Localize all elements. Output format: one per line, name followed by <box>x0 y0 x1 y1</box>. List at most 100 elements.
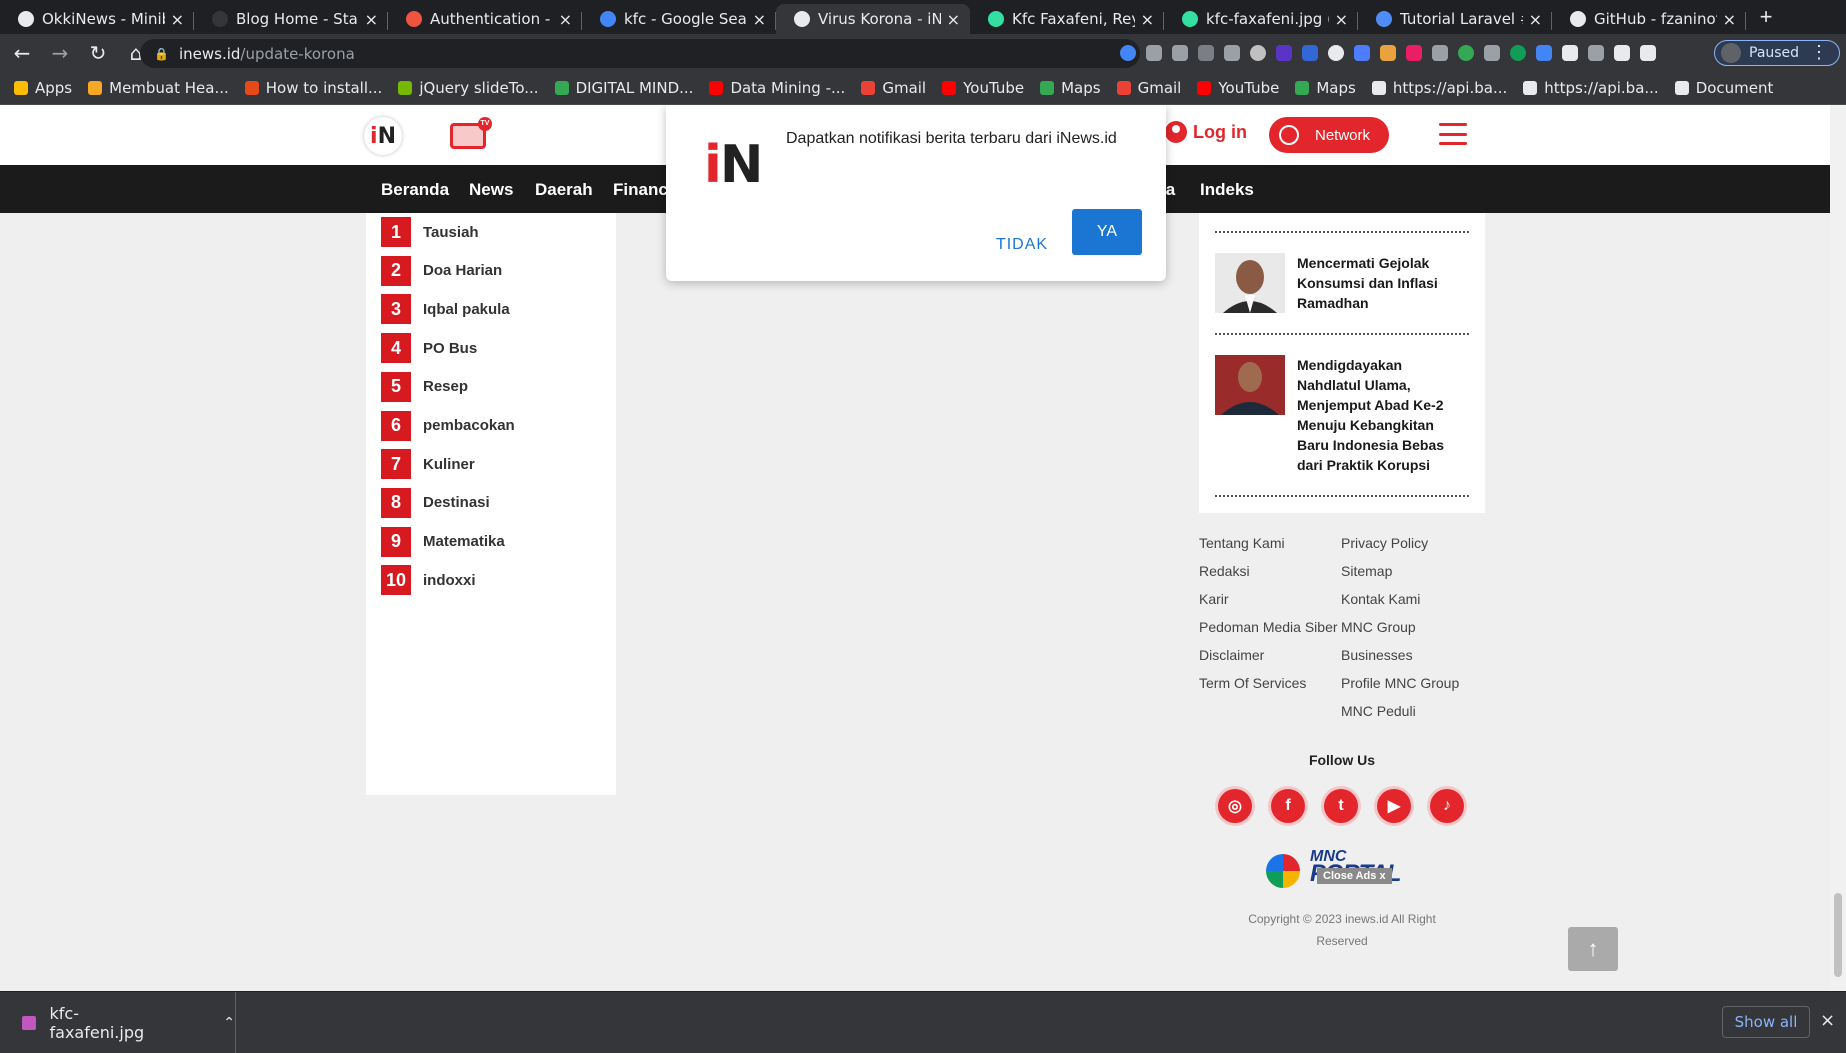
share-icon[interactable] <box>1146 45 1162 61</box>
extension-icon[interactable] <box>1250 45 1266 61</box>
inews-logo[interactable]: iN <box>364 117 402 155</box>
download-item[interactable]: kfc-faxafeni.jpg ⌃ <box>0 992 236 1053</box>
extension-icon[interactable] <box>1380 45 1396 61</box>
forward-arrow-icon[interactable]: → <box>44 41 76 65</box>
footer-link[interactable]: Businesses <box>1341 647 1413 663</box>
new-tab-button[interactable]: + <box>1746 4 1786 34</box>
browser-tab[interactable]: Authentication - Laravel × <box>388 4 582 34</box>
tab-close-icon[interactable]: × <box>1723 10 1736 29</box>
footer-link[interactable]: Tentang Kami <box>1199 535 1285 551</box>
tab-close-icon[interactable]: × <box>559 10 572 29</box>
nav-item-daerah[interactable]: Daerah <box>535 180 593 200</box>
footer-link[interactable]: Kontak Kami <box>1341 591 1420 607</box>
footer-link[interactable]: Disclaimer <box>1199 647 1264 663</box>
google-lens-icon[interactable] <box>1120 45 1136 61</box>
tab-close-icon[interactable]: × <box>753 10 766 29</box>
address-bar[interactable]: 🔒 inews.id /update-korona <box>140 39 1140 68</box>
extension-icon[interactable] <box>1354 45 1370 61</box>
network-button[interactable]: Network <box>1269 117 1389 153</box>
trending-item[interactable]: 9 Matematika <box>381 526 611 557</box>
browser-tab[interactable]: Blog Home - Start Bootstrap × <box>194 4 388 34</box>
extension-icon[interactable] <box>1328 45 1344 61</box>
bookmark-star-icon[interactable] <box>1172 45 1188 61</box>
bookmark-item[interactable]: https://api.ba... <box>1523 79 1659 97</box>
extension-icon[interactable] <box>1510 45 1526 61</box>
menu-kebab-icon[interactable]: ⋮ <box>1810 42 1828 63</box>
back-arrow-icon[interactable]: ← <box>6 41 38 65</box>
extension-icon[interactable] <box>1588 45 1604 61</box>
extension-icon[interactable] <box>1406 45 1422 61</box>
login-button[interactable]: Log in <box>1165 121 1247 143</box>
browser-tab[interactable]: Virus Korona - iNews × <box>776 4 970 34</box>
extension-icon[interactable] <box>1562 45 1578 61</box>
camera-icon[interactable] <box>1224 45 1240 61</box>
browser-tab[interactable]: Kfc Faxafeni, Reykjavik × <box>970 4 1164 34</box>
trending-item[interactable]: 10 indoxxi <box>381 565 611 596</box>
extension-icon[interactable] <box>1302 45 1318 61</box>
chevron-up-icon[interactable]: ⌃ <box>223 1015 235 1031</box>
tab-close-icon[interactable]: × <box>1335 10 1348 29</box>
extension-icon[interactable] <box>1536 45 1552 61</box>
tiktok-icon[interactable]: ♪ <box>1430 789 1464 823</box>
footer-link[interactable]: Pedoman Media Siber <box>1199 619 1338 635</box>
instagram-icon[interactable]: ◎ <box>1218 789 1252 823</box>
nav-item-beranda[interactable]: Beranda <box>381 180 449 200</box>
article-item[interactable]: Mencermati Gejolak Konsumsi dan Inflasi … <box>1215 253 1469 313</box>
tab-close-icon[interactable]: × <box>1141 10 1154 29</box>
bookmark-item[interactable]: Maps <box>1040 79 1101 97</box>
decline-button[interactable]: TIDAK <box>984 222 1060 268</box>
scrollbar-thumb[interactable] <box>1834 893 1842 977</box>
bookmark-item[interactable]: Document <box>1674 79 1773 97</box>
trending-item[interactable]: 4 PO Bus <box>381 333 611 364</box>
browser-tab[interactable]: GitHub - fzaninotto × <box>1552 4 1746 34</box>
reload-icon[interactable]: ↻ <box>82 41 114 65</box>
tab-close-icon[interactable]: × <box>365 10 378 29</box>
bookmark-item[interactable]: Gmail <box>1116 79 1181 97</box>
footer-link[interactable]: MNC Group <box>1341 619 1416 635</box>
side-panel-icon[interactable] <box>1640 45 1656 61</box>
tab-close-icon[interactable]: × <box>1529 10 1542 29</box>
footer-link[interactable]: Redaksi <box>1199 563 1250 579</box>
extension-icon[interactable] <box>1458 45 1474 61</box>
bookmark-item[interactable]: YouTube <box>1197 79 1279 97</box>
footer-link[interactable]: Sitemap <box>1341 563 1392 579</box>
tab-close-icon[interactable]: × <box>947 10 960 29</box>
bookmark-item[interactable]: Gmail <box>861 79 926 97</box>
close-icon[interactable]: × <box>1820 1010 1835 1031</box>
bookmark-item[interactable]: DIGITAL MIND... <box>554 79 693 97</box>
bookmark-item[interactable]: How to install... <box>244 79 382 97</box>
accept-button[interactable]: YA <box>1072 209 1142 255</box>
close-ads-button[interactable]: Close Ads x <box>1317 868 1392 884</box>
trending-item[interactable]: 6 pembacokan <box>381 410 611 441</box>
bookmark-item[interactable]: YouTube <box>942 79 1024 97</box>
browser-tab[interactable]: kfc - Google Search × <box>582 4 776 34</box>
browser-tab[interactable]: OkkiNews - Miniblog × <box>0 4 194 34</box>
twitter-icon[interactable]: t <box>1324 789 1358 823</box>
hamburger-menu-icon[interactable] <box>1439 123 1467 145</box>
bookmark-item[interactable]: Maps <box>1295 79 1356 97</box>
footer-link[interactable]: Profile MNC Group <box>1341 675 1459 691</box>
footer-link[interactable]: Term Of Services <box>1199 675 1306 691</box>
bookmark-item[interactable]: Apps <box>14 79 72 97</box>
extension-icon[interactable] <box>1484 45 1500 61</box>
footer-link[interactable]: Karir <box>1199 591 1229 607</box>
nav-item-news[interactable]: News <box>469 180 513 200</box>
page-scrollbar[interactable] <box>1830 105 1846 991</box>
bookmark-item[interactable]: jQuery slideTo... <box>398 79 539 97</box>
youtube-icon[interactable]: ▶ <box>1377 789 1411 823</box>
trending-item[interactable]: 1 Tausiah <box>381 217 611 247</box>
bookmark-item[interactable]: https://api.ba... <box>1371 79 1507 97</box>
extension-icon[interactable] <box>1198 45 1214 61</box>
scroll-to-top-button[interactable]: ↑ <box>1568 927 1618 971</box>
footer-link[interactable]: MNC Peduli <box>1341 703 1416 719</box>
nav-item-indeks[interactable]: Indeks <box>1200 180 1254 200</box>
bookmark-item[interactable]: Data Mining -... <box>709 79 845 97</box>
trending-item[interactable]: 8 Destinasi <box>381 487 611 518</box>
trending-item[interactable]: 5 Resep <box>381 371 611 402</box>
show-all-button[interactable]: Show all <box>1722 1006 1810 1038</box>
extension-icon[interactable] <box>1432 45 1448 61</box>
footer-link[interactable]: Privacy Policy <box>1341 535 1428 551</box>
trending-item[interactable]: 7 Kuliner <box>381 449 611 480</box>
bookmark-item[interactable]: Membuat Hea... <box>88 79 229 97</box>
puzzle-icon[interactable] <box>1614 45 1630 61</box>
